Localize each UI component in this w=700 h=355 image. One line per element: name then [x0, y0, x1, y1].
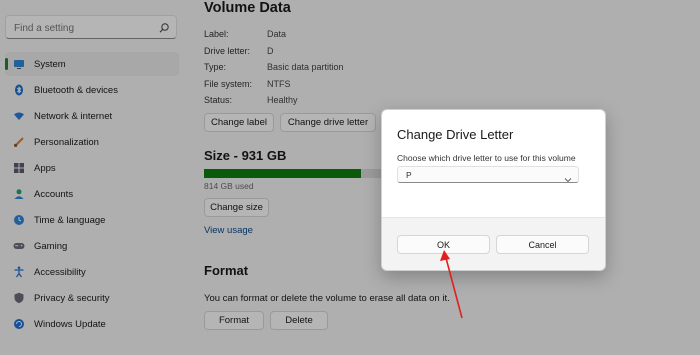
dialog-title: Change Drive Letter [397, 127, 514, 142]
drive-letter-value: P [406, 170, 412, 180]
dialog-subtitle: Choose which drive letter to use for thi… [397, 153, 576, 163]
chevron-down-icon [564, 171, 572, 183]
cancel-button[interactable]: Cancel [496, 235, 589, 254]
change-drive-letter-dialog: Change Drive Letter Choose which drive l… [381, 109, 606, 271]
dialog-footer: OK Cancel [382, 217, 605, 270]
ok-button[interactable]: OK [397, 235, 490, 254]
drive-letter-select[interactable]: P [397, 166, 579, 183]
